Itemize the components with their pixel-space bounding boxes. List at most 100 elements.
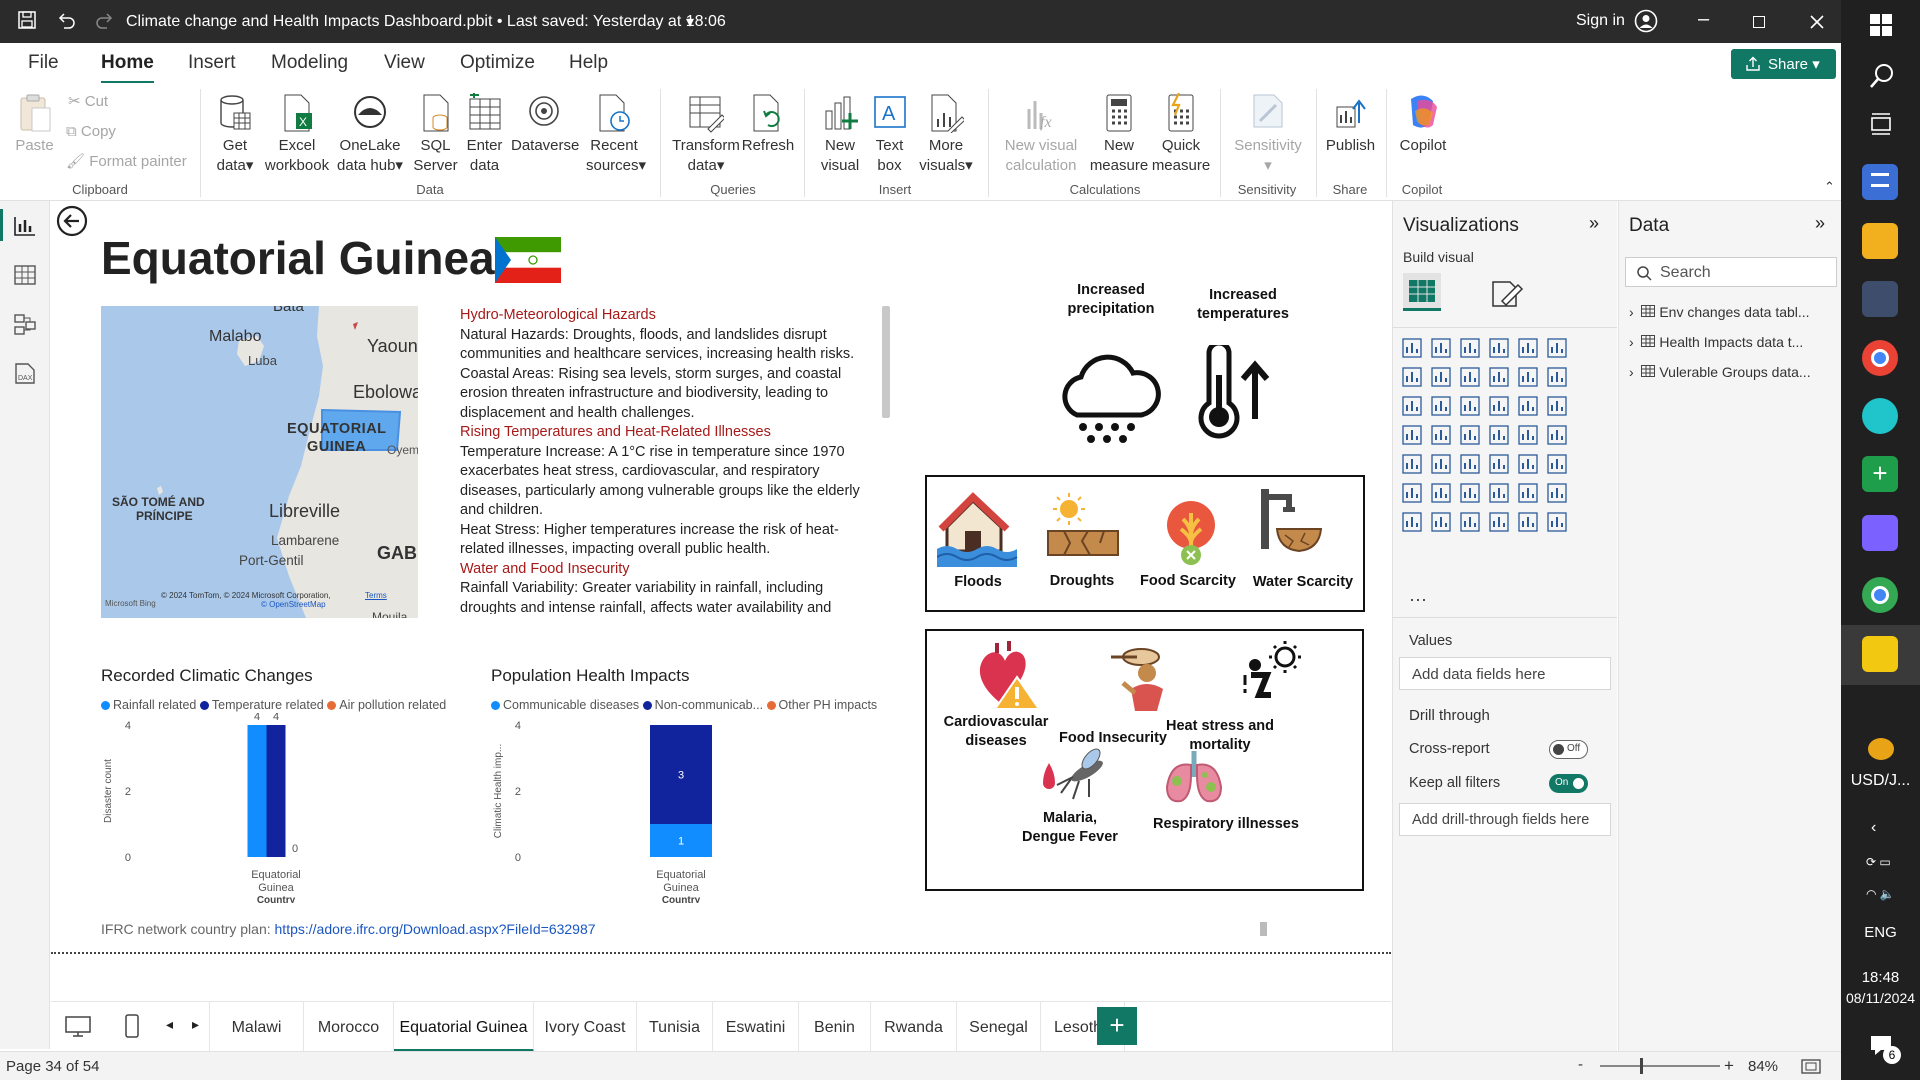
line-column-visual-icon[interactable] (1518, 367, 1538, 387)
mobile-layout-icon[interactable] (125, 1014, 139, 1038)
area-visual-icon[interactable] (1431, 367, 1451, 387)
clock-date[interactable]: 08/11/2024 (1841, 990, 1920, 1006)
qa-visual-icon[interactable] (1518, 483, 1538, 503)
line-clustered-visual-icon[interactable] (1547, 367, 1567, 387)
cross-report-toggle[interactable]: Off (1549, 740, 1588, 759)
table-item[interactable]: › Env changes data tabl... (1629, 304, 1810, 320)
chrome-icon[interactable] (1862, 340, 1898, 376)
100-bar-visual-icon[interactable] (1518, 338, 1538, 358)
back-arrow-icon[interactable] (56, 205, 88, 237)
transform-data-button[interactable]: Transform data▾ (670, 93, 742, 176)
tab-rwanda[interactable]: Rwanda (871, 1002, 957, 1052)
health-impacts-chart[interactable]: Population Health Impacts Communicable d… (491, 663, 891, 903)
redo-icon[interactable] (96, 11, 114, 29)
search-icon[interactable] (1869, 63, 1895, 89)
calculator-icon[interactable] (1862, 281, 1898, 317)
publish-button[interactable]: Publish (1323, 93, 1378, 156)
more-visuals-ellipsis[interactable]: ··· (1409, 589, 1427, 610)
add-data-fields-well[interactable]: Add data fields here (1399, 657, 1611, 690)
tab-senegal[interactable]: Senegal (957, 1002, 1041, 1052)
menu-insert[interactable]: Insert (188, 52, 236, 74)
scatter-visual-icon[interactable] (1489, 396, 1509, 416)
save-icon[interactable] (18, 11, 36, 29)
excel-workbook-button[interactable]: X Excel workbook (262, 93, 332, 176)
prev-page-icon[interactable]: ◂ (166, 1016, 173, 1033)
currency-widget-icon[interactable] (1868, 738, 1894, 760)
task-view-icon[interactable] (1870, 113, 1892, 135)
chrome-profile-icon[interactable] (1862, 577, 1898, 613)
paste-button[interactable]: Paste (12, 93, 57, 156)
legend-item[interactable]: Air pollution related (327, 698, 446, 712)
r-visual-visual-icon[interactable] (1402, 483, 1422, 503)
close-button[interactable] (1810, 15, 1824, 29)
100-area-visual-icon[interactable] (1489, 367, 1509, 387)
decomposition-tree-visual-icon[interactable] (1489, 483, 1509, 503)
stacked-column-visual-icon[interactable] (1431, 338, 1451, 358)
refresh-button[interactable]: Refresh (740, 93, 796, 156)
sensitivity-button[interactable]: Sensitivity ▾ (1230, 93, 1306, 176)
title-dropdown-icon[interactable]: ▾ (686, 12, 694, 32)
network-volume-icons[interactable]: ◠ 🔈 (1866, 887, 1895, 901)
enter-data-button[interactable]: Enter data (462, 93, 507, 176)
quick-measure-button[interactable]: Quick measure (1150, 93, 1212, 176)
keep-filters-toggle[interactable]: On (1549, 774, 1588, 793)
tab-malawi[interactable]: Malawi (210, 1002, 304, 1052)
table-visual-icon[interactable] (1518, 454, 1538, 474)
desktop-layout-icon[interactable] (65, 1016, 91, 1038)
next-page-icon[interactable]: ▸ (192, 1016, 199, 1033)
tab-ivory-coast[interactable]: Ivory Coast (534, 1002, 637, 1052)
report-view-icon[interactable] (13, 215, 37, 237)
more-visuals-button[interactable]: More visuals▾ (916, 93, 976, 176)
fit-to-page-icon[interactable] (1801, 1059, 1821, 1074)
zoom-slider-thumb[interactable] (1640, 1058, 1643, 1074)
notes-app-icon[interactable] (1862, 164, 1898, 200)
new-visual-calculation-button[interactable]: fx New visual calculation (996, 93, 1086, 176)
power-apps-visual-icon[interactable] (1460, 512, 1480, 532)
stacked-area-visual-icon[interactable] (1460, 367, 1480, 387)
collapse-ribbon-icon[interactable]: ⌃ (1824, 179, 1835, 195)
onelake-button[interactable]: OneLake data hub▾ (332, 93, 408, 176)
donut-visual-icon[interactable] (1547, 396, 1567, 416)
card-visual-icon[interactable] (1402, 454, 1422, 474)
multi-row-card-visual-icon[interactable] (1431, 454, 1451, 474)
filled-map-visual-icon[interactable] (1460, 425, 1480, 445)
osm-link[interactable]: © OpenStreetMap (261, 600, 326, 609)
menu-help[interactable]: Help (569, 52, 608, 74)
minimize-button[interactable]: – (1698, 8, 1709, 31)
legend-item[interactable]: Rainfall related (101, 698, 196, 712)
azure-map-visual-icon[interactable] (1518, 425, 1538, 445)
ribbon-visual-icon[interactable] (1402, 396, 1422, 416)
zoom-out-button[interactable]: - (1578, 1056, 1583, 1073)
pie-visual-icon[interactable] (1518, 396, 1538, 416)
menu-file[interactable]: File (28, 52, 59, 74)
clock-time[interactable]: 18:48 (1841, 969, 1920, 986)
text-scrollbar[interactable] (882, 306, 890, 418)
map-terms-link[interactable]: Terms (365, 591, 387, 600)
table-item[interactable]: › Health Impacts data t... (1629, 334, 1803, 350)
copilot-taskbar-icon[interactable] (1862, 515, 1898, 551)
menu-modeling[interactable]: Modeling (271, 52, 348, 74)
get-data-button[interactable]: Get data▾ (210, 93, 260, 176)
copy-button[interactable]: ⧉ Copy (66, 122, 116, 142)
ifrc-plan-link[interactable]: https://adore.ifrc.org/Download.aspx?Fil… (275, 921, 596, 937)
format-visual-icon[interactable] (1490, 279, 1524, 309)
map-visual-icon[interactable] (1431, 425, 1451, 445)
clustered-bar-visual-icon[interactable] (1460, 338, 1480, 358)
zoom-in-button[interactable]: + (1724, 1056, 1734, 1076)
key-influencers-visual-icon[interactable] (1460, 483, 1480, 503)
dataverse-button[interactable]: Dataverse (511, 93, 579, 156)
tab-eswatini[interactable]: Eswatini (713, 1002, 799, 1052)
kpi-visual-icon[interactable] (1460, 454, 1480, 474)
tab-equatorial-guinea[interactable]: Equatorial Guinea (394, 1002, 534, 1052)
legend-item[interactable]: Communicable diseases (491, 698, 639, 712)
sparkle-visual-icon[interactable] (1518, 512, 1538, 532)
funnel-visual-icon[interactable] (1460, 396, 1480, 416)
tab-benin[interactable]: Benin (799, 1002, 871, 1052)
legend-item[interactable]: Non-communicab... (642, 698, 763, 712)
stacked-bar-visual-icon[interactable] (1402, 338, 1422, 358)
sheets-icon[interactable]: + (1862, 456, 1898, 492)
legend-item[interactable]: Temperature related (199, 698, 324, 712)
waterfall-visual-icon[interactable] (1431, 396, 1451, 416)
climatic-changes-chart[interactable]: Recorded Climatic Changes Rainfall relat… (101, 663, 501, 903)
python-visual-visual-icon[interactable] (1431, 483, 1451, 503)
